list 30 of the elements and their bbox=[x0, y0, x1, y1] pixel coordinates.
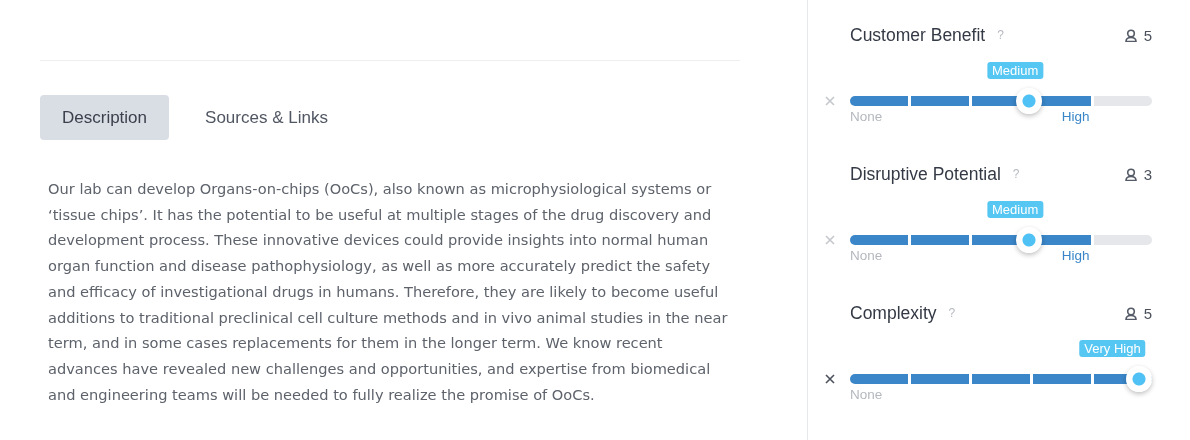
slider-thumb[interactable] bbox=[1126, 366, 1152, 392]
rating-slider[interactable] bbox=[850, 366, 1152, 392]
rating-title: Complexity bbox=[850, 302, 937, 324]
tab[interactable]: Sources & Links bbox=[183, 95, 350, 140]
help-icon[interactable]: ? bbox=[1012, 167, 1020, 181]
min-label: None bbox=[850, 248, 883, 263]
value-label: Medium bbox=[986, 62, 1044, 79]
rating-slider[interactable] bbox=[850, 88, 1152, 114]
value-label: Medium bbox=[986, 201, 1044, 218]
clear-icon[interactable] bbox=[825, 374, 835, 384]
user-icon bbox=[1124, 306, 1137, 320]
max-label: High bbox=[1061, 109, 1091, 124]
tab[interactable]: Description bbox=[40, 95, 170, 140]
max-label: High bbox=[1061, 248, 1091, 263]
rating-slider[interactable] bbox=[850, 227, 1152, 253]
slider-thumb[interactable] bbox=[1015, 88, 1042, 114]
min-label: None bbox=[850, 387, 883, 402]
user-icon bbox=[1124, 28, 1137, 42]
slider-thumb[interactable] bbox=[1015, 227, 1042, 253]
voter-count: 5 bbox=[1143, 26, 1152, 44]
help-icon[interactable]: ? bbox=[948, 306, 956, 320]
voter-count: 5 bbox=[1143, 304, 1152, 322]
description-text: Our lab can develop Organs-on-chips (OoCs), also known as microphysiological systems or ‘tissue chips’. It has the potential to be useful at multiple stages of the drug discovery and development process. These innovative devices could provide insights into normal human organ function and disease pathophysiology, as well as more accurately predict the safety and efficacy of investigational drugs in humans. Therefore, they are likely to become useful additions to traditional preclinical cell culture methods and in vivo animal studies in the near term, and in some cases replacements for them in the longer term. We know recent advances have revealed new challenges and opportunities, and expertise from biomedical and engineering teams will be needed to fully realize the promise of OoCs. bbox=[48, 179, 728, 405]
rating-title: Customer Benefit bbox=[850, 24, 986, 46]
rating-title: Disruptive Potential bbox=[850, 163, 1001, 185]
voter-count: 3 bbox=[1143, 165, 1152, 183]
value-label: Very High bbox=[1079, 340, 1146, 357]
help-icon[interactable]: ? bbox=[997, 28, 1004, 42]
min-label: None bbox=[850, 109, 883, 124]
user-icon bbox=[1124, 167, 1137, 181]
